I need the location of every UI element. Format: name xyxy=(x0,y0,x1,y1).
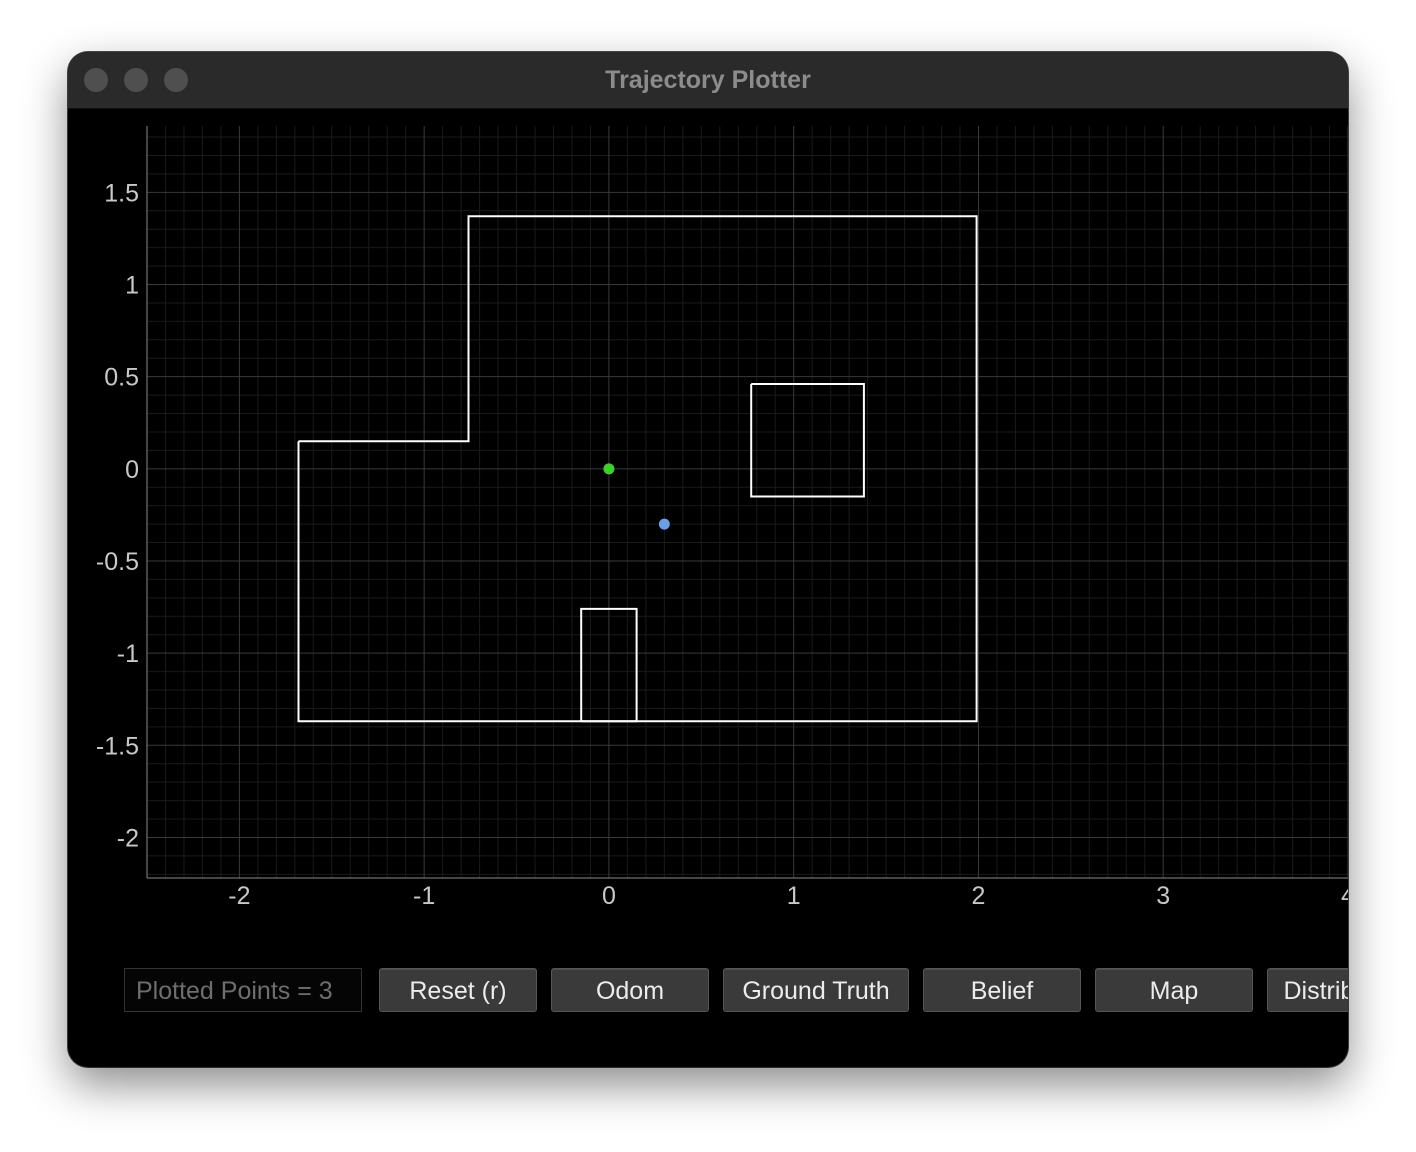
start-point-marker xyxy=(603,463,615,475)
app-window: Trajectory Plotter -2 -1 0 1 2 3 4 1.5 1 0.5 0 -0.… xyxy=(68,52,1348,1067)
window-title: Trajectory Plotter xyxy=(605,66,811,94)
major-grid xyxy=(147,126,1348,878)
control-bar: Plotted Points = 3 Reset (r) Odom Ground… xyxy=(68,968,1348,1067)
x-tick-label: 3 xyxy=(1156,882,1170,910)
y-tick-label: 0.5 xyxy=(104,364,139,392)
plot-canvas[interactable]: -2 -1 0 1 2 3 4 1.5 1 0.5 0 -0.5 -1 -1.5 -2 xyxy=(68,108,1348,968)
y-tick-label: -2 xyxy=(117,824,139,852)
x-tick-label: 0 xyxy=(602,882,616,910)
plotted-points-field: Plotted Points = 3 xyxy=(124,968,362,1012)
y-tick-label: 1.5 xyxy=(104,179,139,207)
plot-axes xyxy=(146,126,1348,879)
x-tick-label: -2 xyxy=(228,882,250,910)
trajectory-plot[interactable]: -2 -1 0 1 2 3 4 1.5 1 0.5 0 -0.5 -1 -1.5 -2 xyxy=(68,108,1348,968)
map-wall-outline xyxy=(750,383,865,498)
robot-point-marker xyxy=(658,518,670,530)
y-axis-ticks: 1.5 1 0.5 0 -0.5 -1 -1.5 -2 xyxy=(96,179,139,852)
x-tick-label: -1 xyxy=(413,882,435,910)
x-tick-label: 4 xyxy=(1341,882,1348,910)
minor-grid xyxy=(146,126,1348,878)
points-layer xyxy=(603,463,670,530)
title-bar[interactable]: Trajectory Plotter xyxy=(68,52,1348,109)
reset-button[interactable]: Reset (r) xyxy=(379,968,537,1012)
y-tick-label: 1 xyxy=(125,272,139,300)
y-tick-label: 0 xyxy=(125,456,139,484)
x-axis-ticks: -2 -1 0 1 2 3 4 xyxy=(228,882,1348,910)
y-tick-label: -0.5 xyxy=(96,548,139,576)
distribution-button[interactable]: Distribution xyxy=(1267,968,1348,1012)
odom-button[interactable]: Odom xyxy=(551,968,709,1012)
map-button[interactable]: Map xyxy=(1095,968,1253,1012)
belief-button[interactable]: Belief xyxy=(923,968,1081,1012)
x-tick-label: 1 xyxy=(787,882,801,910)
ground-truth-button[interactable]: Ground Truth xyxy=(723,968,909,1012)
y-tick-label: -1 xyxy=(117,640,139,668)
y-tick-label: -1.5 xyxy=(96,732,139,760)
x-tick-label: 2 xyxy=(972,882,986,910)
